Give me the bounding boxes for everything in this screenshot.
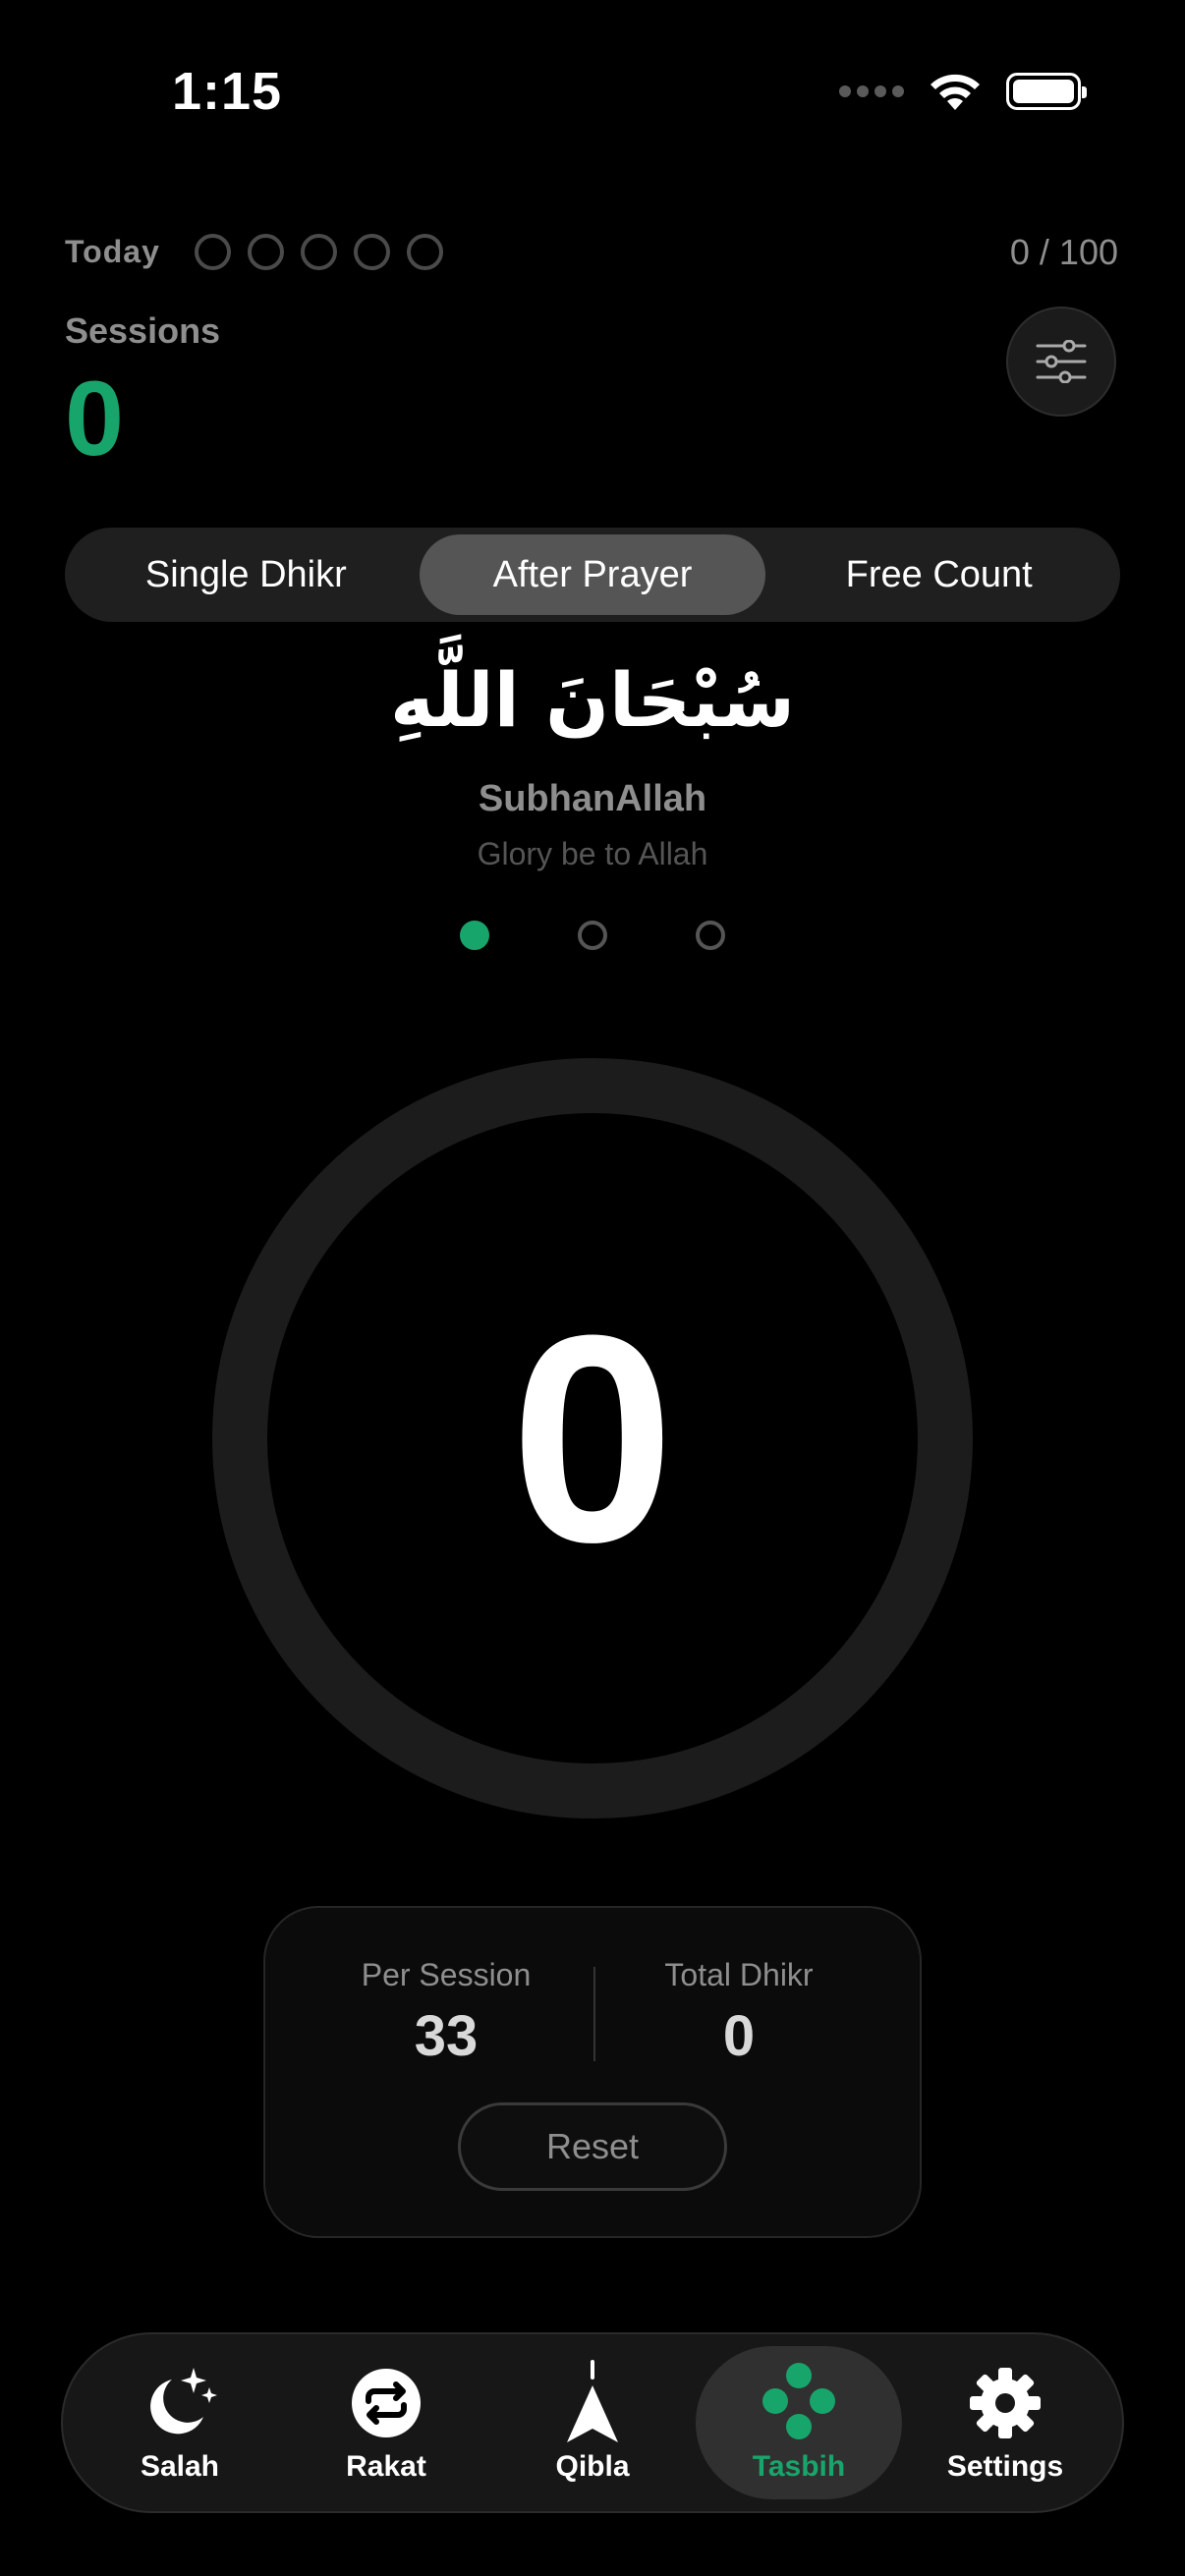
status-indicators: [839, 71, 1087, 112]
bottom-tab-bar: Salah Rakat Qibla Tasbih Settings: [61, 2332, 1124, 2513]
tab-rakat[interactable]: Rakat: [283, 2346, 489, 2499]
today-dot: [195, 234, 231, 270]
tab-free-count[interactable]: Free Count: [765, 534, 1112, 615]
total-dhikr-value: 0: [722, 2004, 756, 2068]
sessions-value: 0: [65, 359, 125, 477]
tab-settings[interactable]: Settings: [902, 2346, 1108, 2499]
sliders-icon: [1036, 340, 1087, 383]
today-progress-dots: [195, 234, 443, 270]
mode-segmented-control: Single Dhikr After Prayer Free Count: [65, 528, 1120, 622]
tab-settings-label: Settings: [946, 2450, 1064, 2483]
dhikr-transliteration: SubhanAllah: [478, 778, 707, 819]
per-session-label: Per Session: [361, 1957, 532, 1992]
per-session-stat: Per Session 33: [318, 1957, 574, 2069]
tasbih-beads-icon: [762, 2363, 835, 2439]
today-dot: [354, 234, 390, 270]
tab-single-dhikr[interactable]: Single Dhikr: [73, 534, 420, 615]
cellular-signal-icon: [839, 85, 904, 97]
pager-dot-3[interactable]: [696, 921, 725, 950]
counter-tap-ring[interactable]: 0: [212, 1058, 973, 1819]
dhikr-meaning: Glory be to Allah: [477, 836, 708, 871]
tab-rakat-label: Rakat: [346, 2450, 426, 2483]
stats-card: Per Session 33 Total Dhikr 0 Reset: [263, 1906, 922, 2238]
today-dot: [301, 234, 337, 270]
tab-tasbih[interactable]: Tasbih: [696, 2346, 902, 2499]
pager-dot-2[interactable]: [578, 921, 607, 950]
tab-tasbih-label: Tasbih: [752, 2450, 846, 2483]
total-dhikr-stat: Total Dhikr 0: [611, 1957, 867, 2069]
compass-arrow-icon: [567, 2360, 618, 2442]
stats-divider: [593, 1967, 595, 2061]
tab-after-prayer[interactable]: After Prayer: [419, 534, 766, 615]
tab-qibla-label: Qibla: [555, 2450, 630, 2483]
today-dot: [248, 234, 284, 270]
moon-stars-icon: [150, 2368, 217, 2435]
battery-icon: [1006, 73, 1087, 110]
wifi-icon: [931, 74, 980, 110]
adjustments-button[interactable]: [1006, 307, 1116, 417]
dhikr-pager: [0, 921, 1185, 950]
pager-dot-1[interactable]: [460, 921, 489, 950]
status-time: 1:15: [172, 62, 283, 121]
gear-icon: [970, 2368, 1041, 2438]
repeat-icon: [352, 2369, 421, 2437]
sessions-label: Sessions: [65, 310, 221, 351]
tab-qibla[interactable]: Qibla: [489, 2346, 696, 2499]
daily-goal-count: 0 / 100: [1009, 232, 1118, 272]
counter-value: 0: [510, 1273, 675, 1603]
per-session-value: 33: [414, 2004, 479, 2068]
today-dot: [407, 234, 443, 270]
tab-salah-label: Salah: [140, 2450, 220, 2483]
today-label: Today: [65, 234, 160, 269]
tab-salah[interactable]: Salah: [77, 2346, 283, 2499]
reset-button[interactable]: Reset: [458, 2102, 727, 2191]
total-dhikr-label: Total Dhikr: [664, 1957, 814, 1992]
dhikr-arabic: سُبْحَانَ اللَّهِ: [389, 656, 796, 744]
